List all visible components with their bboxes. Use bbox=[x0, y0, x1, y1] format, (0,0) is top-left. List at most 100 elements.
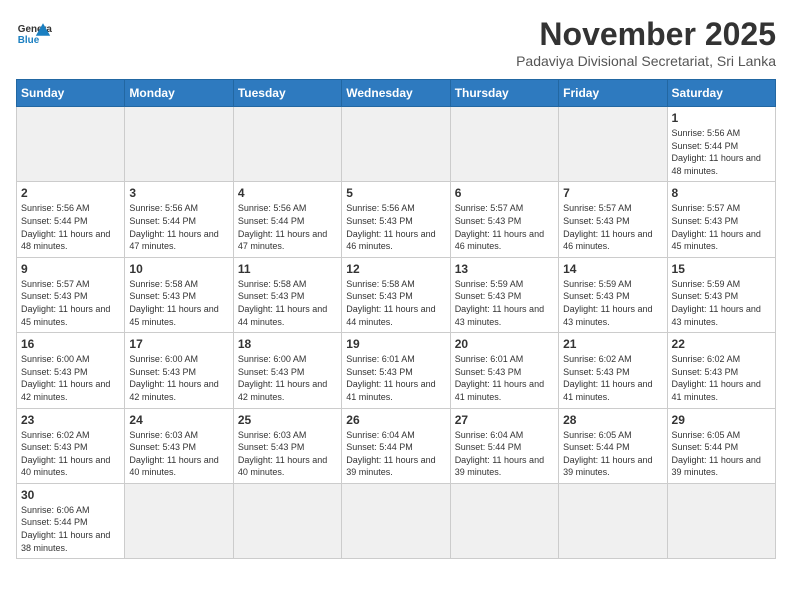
logo-svg: General Blue bbox=[16, 16, 52, 52]
day-number: 21 bbox=[563, 337, 662, 351]
calendar-cell bbox=[125, 483, 233, 558]
day-number: 23 bbox=[21, 413, 120, 427]
calendar-week-6: 30Sunrise: 6:06 AMSunset: 5:44 PMDayligh… bbox=[17, 483, 776, 558]
weekday-header-saturday: Saturday bbox=[667, 80, 775, 107]
day-info: Sunrise: 5:56 AMSunset: 5:44 PMDaylight:… bbox=[21, 202, 120, 252]
calendar-cell: 29 Sunrise: 6:05 AMSunset: 5:44 PMDayligh… bbox=[667, 408, 775, 483]
title-area: November 2025 Padaviya Divisional Secret… bbox=[516, 16, 776, 69]
calendar-cell: 22Sunrise: 6:02 AMSunset: 5:43 PMDayligh… bbox=[667, 333, 775, 408]
day-number: 20 bbox=[455, 337, 554, 351]
subtitle: Padaviya Divisional Secretariat, Sri Lan… bbox=[516, 53, 776, 69]
calendar-cell: 4Sunrise: 5:56 AMSunset: 5:44 PMDaylight… bbox=[233, 182, 341, 257]
calendar-cell: 1Sunrise: 5:56 AMSunset: 5:44 PMDaylight… bbox=[667, 107, 775, 182]
day-info: Sunrise: 6:00 AMSunset: 5:43 PMDaylight:… bbox=[129, 353, 228, 403]
page-header: General Blue November 2025 Padaviya Divi… bbox=[16, 16, 776, 69]
calendar-cell: 15 Sunrise: 5:59 AMSunset: 5:43 PMDayligh… bbox=[667, 257, 775, 332]
logo: General Blue bbox=[16, 16, 52, 52]
day-info: Sunrise: 6:01 AMSunset: 5:43 PMDaylight:… bbox=[346, 353, 445, 403]
calendar-cell: 20 Sunrise: 6:01 AMSunset: 5:43 PMDayligh… bbox=[450, 333, 558, 408]
weekday-header-thursday: Thursday bbox=[450, 80, 558, 107]
day-info: Sunrise: 6:04 AMSunset: 5:44 PMDaylight:… bbox=[346, 429, 445, 479]
day-info: Sunrise: 5:59 AMSunset: 5:43 PMDaylight:… bbox=[455, 278, 554, 328]
weekday-header-wednesday: Wednesday bbox=[342, 80, 450, 107]
calendar-cell bbox=[450, 483, 558, 558]
day-info: Sunrise: 6:04 AMSunset: 5:44 PMDaylight:… bbox=[455, 429, 554, 479]
day-info: Sunrise: 5:56 AMSunset: 5:43 PMDaylight:… bbox=[346, 202, 445, 252]
day-number: 13 bbox=[455, 262, 554, 276]
day-info: Sunrise: 6:06 AMSunset: 5:44 PMDaylight:… bbox=[21, 504, 120, 554]
calendar-cell: 8Sunrise: 5:57 AMSunset: 5:43 PMDaylight… bbox=[667, 182, 775, 257]
calendar-cell bbox=[667, 483, 775, 558]
calendar-cell: 6Sunrise: 5:57 AMSunset: 5:43 PMDaylight… bbox=[450, 182, 558, 257]
day-info: Sunrise: 6:03 AMSunset: 5:43 PMDaylight:… bbox=[129, 429, 228, 479]
calendar-cell bbox=[125, 107, 233, 182]
day-info: Sunrise: 6:03 AMSunset: 5:43 PMDaylight:… bbox=[238, 429, 337, 479]
calendar-cell: 7Sunrise: 5:57 AMSunset: 5:43 PMDaylight… bbox=[559, 182, 667, 257]
calendar-cell: 23Sunrise: 6:02 AMSunset: 5:43 PMDayligh… bbox=[17, 408, 125, 483]
day-info: Sunrise: 5:57 AMSunset: 5:43 PMDaylight:… bbox=[563, 202, 662, 252]
weekday-header-monday: Monday bbox=[125, 80, 233, 107]
svg-text:Blue: Blue bbox=[18, 35, 40, 46]
weekday-header-tuesday: Tuesday bbox=[233, 80, 341, 107]
calendar-cell: 27Sunrise: 6:04 AMSunset: 5:44 PMDayligh… bbox=[450, 408, 558, 483]
day-info: Sunrise: 5:57 AMSunset: 5:43 PMDaylight:… bbox=[455, 202, 554, 252]
weekday-header-row: SundayMondayTuesdayWednesdayThursdayFrid… bbox=[17, 80, 776, 107]
calendar-cell bbox=[17, 107, 125, 182]
day-info: Sunrise: 5:59 AMSunset: 5:43 PMDaylight:… bbox=[672, 278, 771, 328]
day-info: Sunrise: 5:57 AMSunset: 5:43 PMDaylight:… bbox=[672, 202, 771, 252]
day-info: Sunrise: 6:02 AMSunset: 5:43 PMDaylight:… bbox=[672, 353, 771, 403]
calendar-cell: 10Sunrise: 5:58 AMSunset: 5:43 PMDayligh… bbox=[125, 257, 233, 332]
day-number: 12 bbox=[346, 262, 445, 276]
day-info: Sunrise: 5:56 AMSunset: 5:44 PMDaylight:… bbox=[238, 202, 337, 252]
calendar-week-5: 23Sunrise: 6:02 AMSunset: 5:43 PMDayligh… bbox=[17, 408, 776, 483]
calendar-cell: 14Sunrise: 5:59 AMSunset: 5:43 PMDayligh… bbox=[559, 257, 667, 332]
day-info: Sunrise: 5:56 AMSunset: 5:44 PMDaylight:… bbox=[129, 202, 228, 252]
day-number: 16 bbox=[21, 337, 120, 351]
calendar-cell: 13 Sunrise: 5:59 AMSunset: 5:43 PMDayligh… bbox=[450, 257, 558, 332]
calendar-cell bbox=[559, 107, 667, 182]
day-info: Sunrise: 6:00 AMSunset: 5:43 PMDaylight:… bbox=[238, 353, 337, 403]
day-number: 17 bbox=[129, 337, 228, 351]
calendar-week-4: 16 Sunrise: 6:00 AMSunset: 5:43 PMDayligh… bbox=[17, 333, 776, 408]
calendar-cell: 12 Sunrise: 5:58 AMSunset: 5:43 PMDayligh… bbox=[342, 257, 450, 332]
calendar-cell: 19 Sunrise: 6:01 AMSunset: 5:43 PMDayligh… bbox=[342, 333, 450, 408]
weekday-header-friday: Friday bbox=[559, 80, 667, 107]
calendar-cell: 25 Sunrise: 6:03 AMSunset: 5:43 PMDayligh… bbox=[233, 408, 341, 483]
day-number: 29 bbox=[672, 413, 771, 427]
day-number: 2 bbox=[21, 186, 120, 200]
calendar-cell bbox=[559, 483, 667, 558]
day-number: 24 bbox=[129, 413, 228, 427]
day-number: 15 bbox=[672, 262, 771, 276]
calendar-cell: 21Sunrise: 6:02 AMSunset: 5:43 PMDayligh… bbox=[559, 333, 667, 408]
calendar-week-1: 1Sunrise: 5:56 AMSunset: 5:44 PMDaylight… bbox=[17, 107, 776, 182]
day-number: 28 bbox=[563, 413, 662, 427]
calendar-cell bbox=[342, 107, 450, 182]
day-info: Sunrise: 5:58 AMSunset: 5:43 PMDaylight:… bbox=[346, 278, 445, 328]
day-number: 19 bbox=[346, 337, 445, 351]
day-number: 11 bbox=[238, 262, 337, 276]
day-number: 25 bbox=[238, 413, 337, 427]
calendar-cell: 16 Sunrise: 6:00 AMSunset: 5:43 PMDayligh… bbox=[17, 333, 125, 408]
calendar-cell: 11 Sunrise: 5:58 AMSunset: 5:43 PMDayligh… bbox=[233, 257, 341, 332]
calendar-cell: 28 Sunrise: 6:05 AMSunset: 5:44 PMDayligh… bbox=[559, 408, 667, 483]
calendar-cell bbox=[233, 483, 341, 558]
weekday-header-sunday: Sunday bbox=[17, 80, 125, 107]
day-info: Sunrise: 5:59 AMSunset: 5:43 PMDaylight:… bbox=[563, 278, 662, 328]
day-info: Sunrise: 5:58 AMSunset: 5:43 PMDaylight:… bbox=[238, 278, 337, 328]
month-title: November 2025 bbox=[516, 16, 776, 53]
calendar-cell: 26Sunrise: 6:04 AMSunset: 5:44 PMDayligh… bbox=[342, 408, 450, 483]
day-info: Sunrise: 5:57 AMSunset: 5:43 PMDaylight:… bbox=[21, 278, 120, 328]
day-info: Sunrise: 5:58 AMSunset: 5:43 PMDaylight:… bbox=[129, 278, 228, 328]
calendar-cell: 18 Sunrise: 6:00 AMSunset: 5:43 PMDayligh… bbox=[233, 333, 341, 408]
day-number: 18 bbox=[238, 337, 337, 351]
day-info: Sunrise: 6:05 AMSunset: 5:44 PMDaylight:… bbox=[563, 429, 662, 479]
day-info: Sunrise: 6:01 AMSunset: 5:43 PMDaylight:… bbox=[455, 353, 554, 403]
day-info: Sunrise: 6:00 AMSunset: 5:43 PMDaylight:… bbox=[21, 353, 120, 403]
day-info: Sunrise: 6:05 AMSunset: 5:44 PMDaylight:… bbox=[672, 429, 771, 479]
day-number: 3 bbox=[129, 186, 228, 200]
calendar-cell: 5Sunrise: 5:56 AMSunset: 5:43 PMDaylight… bbox=[342, 182, 450, 257]
day-number: 9 bbox=[21, 262, 120, 276]
calendar-cell bbox=[233, 107, 341, 182]
calendar-week-3: 9 Sunrise: 5:57 AMSunset: 5:43 PMDaylight… bbox=[17, 257, 776, 332]
calendar-cell: 24 Sunrise: 6:03 AMSunset: 5:43 PMDayligh… bbox=[125, 408, 233, 483]
